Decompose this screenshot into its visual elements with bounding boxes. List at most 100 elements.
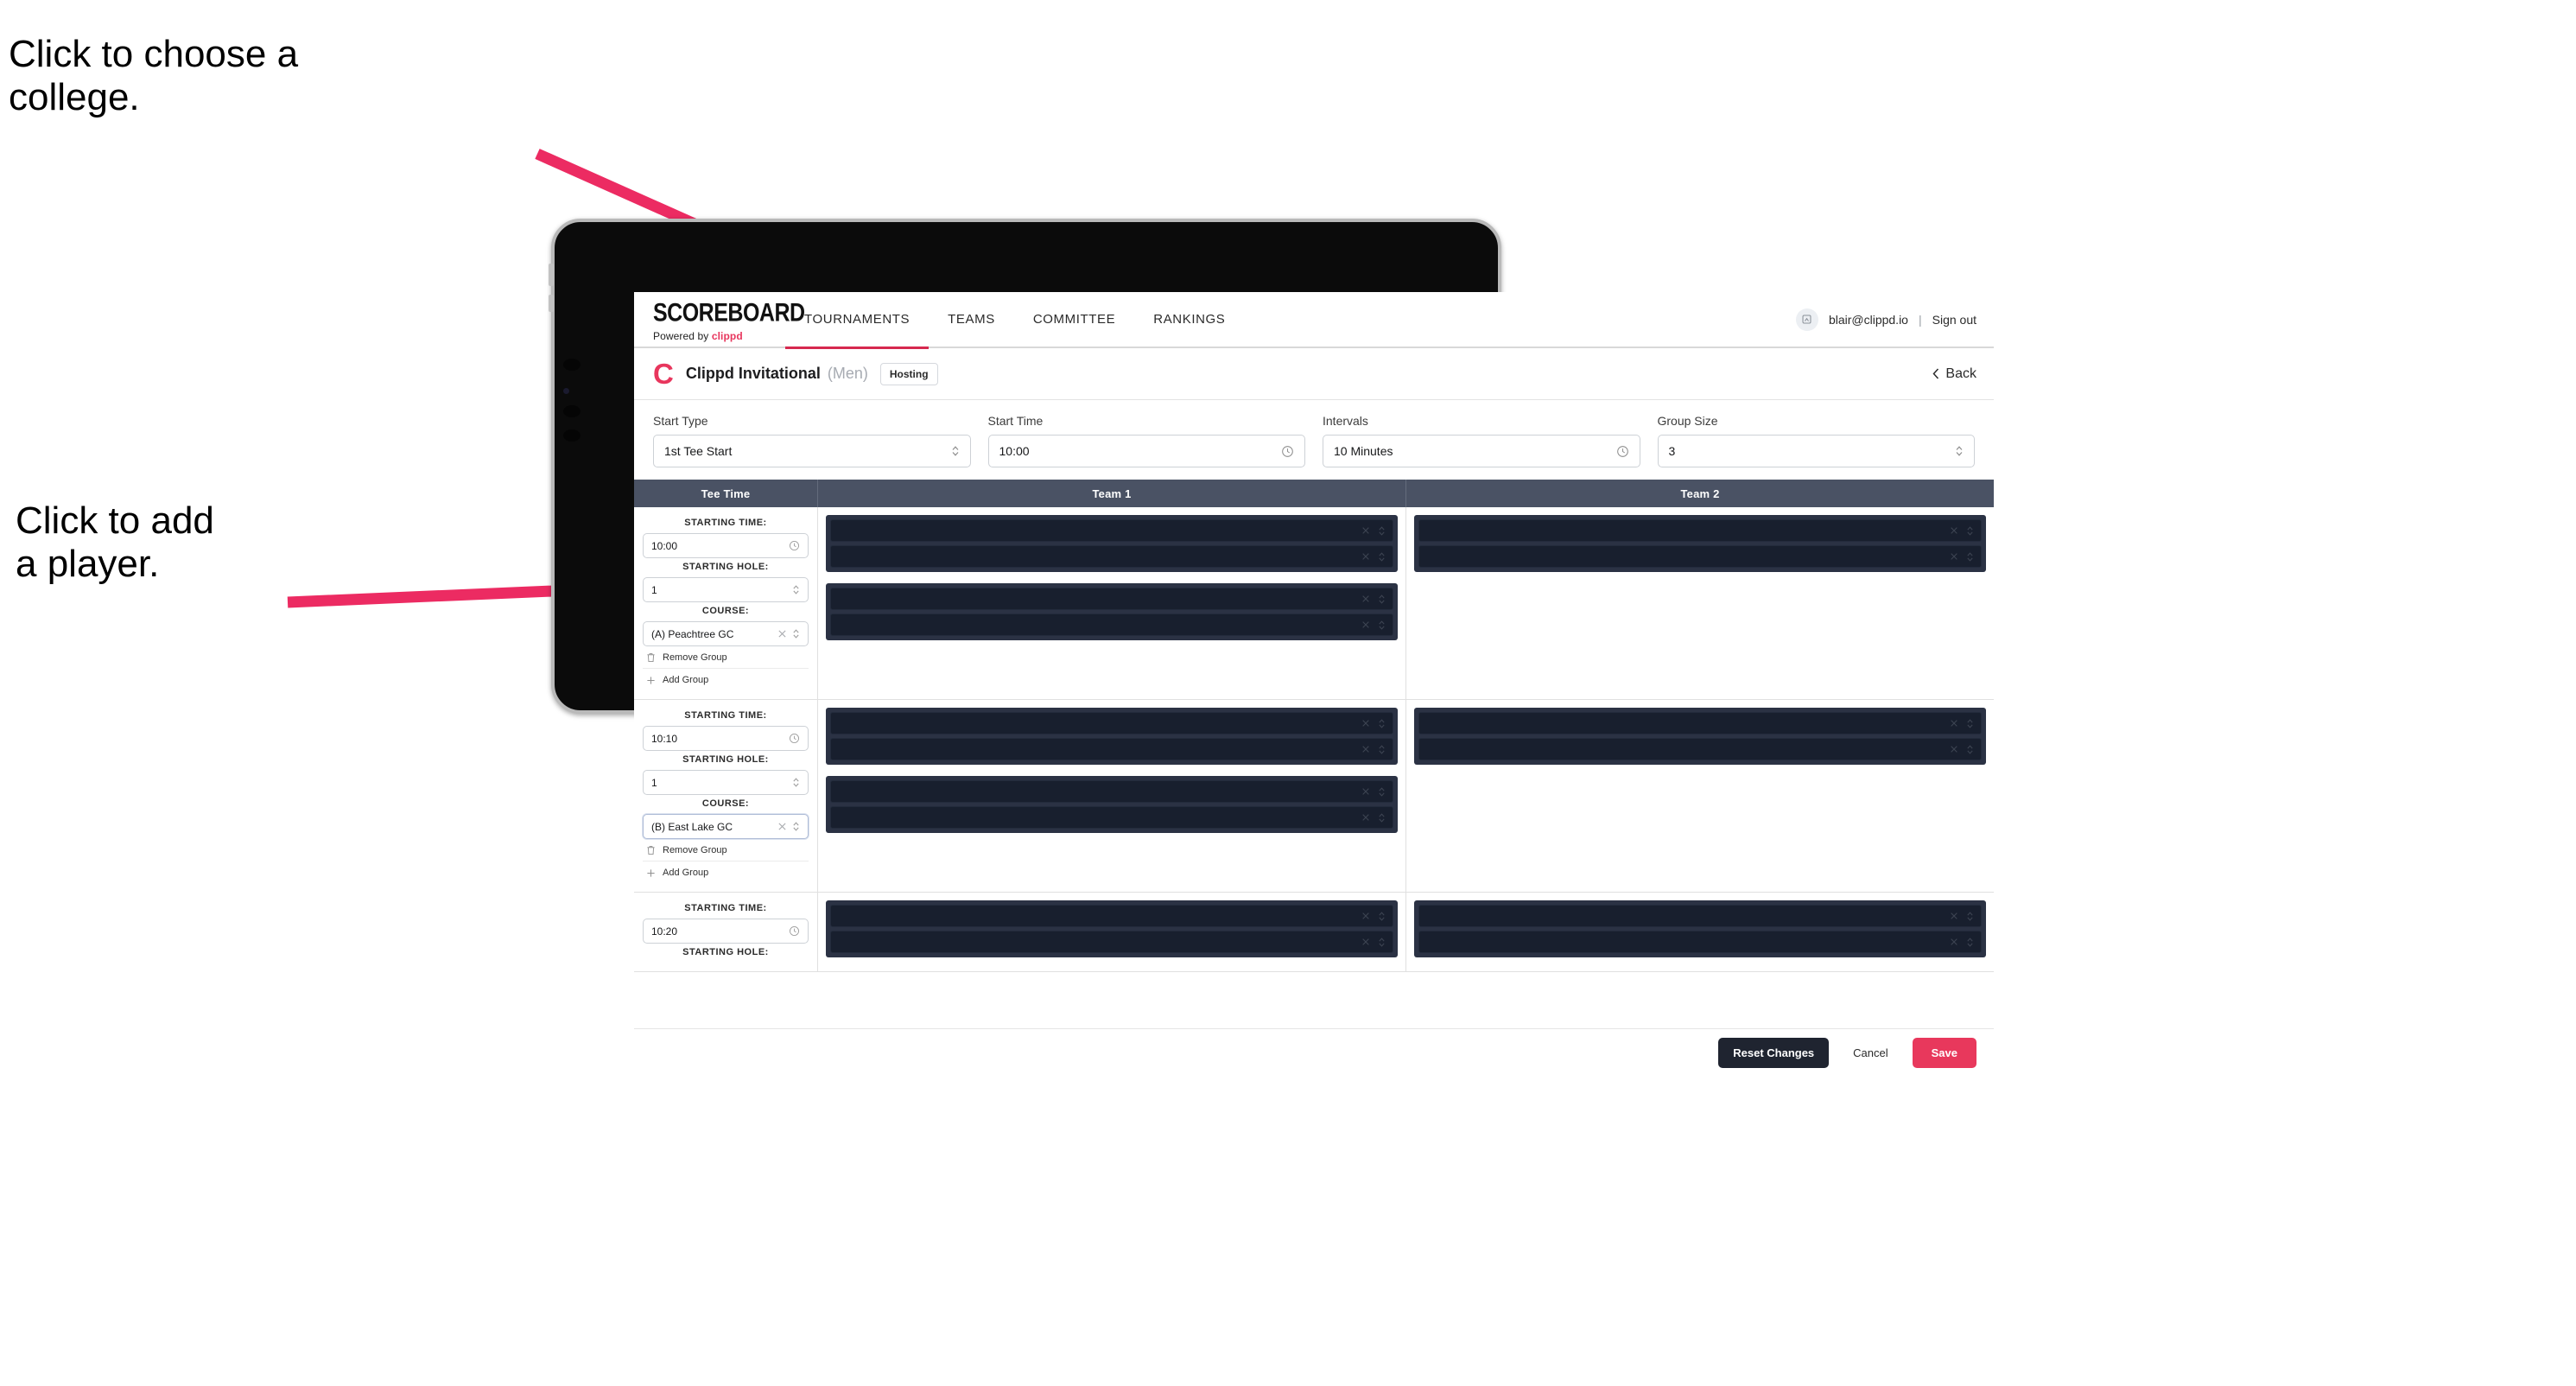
start-time-input[interactable]: 10:00 bbox=[987, 435, 1305, 467]
player-slot[interactable] bbox=[1418, 545, 1982, 568]
plus-icon bbox=[646, 676, 656, 685]
chevron-updown-icon[interactable] bbox=[1966, 551, 1974, 563]
player-group-block bbox=[826, 583, 1398, 640]
chevron-updown-icon[interactable] bbox=[1378, 937, 1386, 948]
starting-hole-input[interactable]: 1 bbox=[643, 577, 809, 602]
player-slot[interactable] bbox=[830, 519, 1393, 542]
user-avatar-icon[interactable] bbox=[1795, 308, 1818, 331]
intervals-value: 10 Minutes bbox=[1334, 444, 1393, 458]
account-email: blair@clippd.io bbox=[1828, 312, 1908, 327]
remove-group-button[interactable]: Remove Group bbox=[643, 839, 809, 861]
chevron-updown-icon bbox=[792, 821, 800, 832]
course-select[interactable]: (A) Peachtree GC bbox=[643, 621, 809, 646]
player-group-block bbox=[1414, 708, 1986, 765]
player-slot[interactable] bbox=[830, 614, 1393, 636]
volume-up-button[interactable] bbox=[549, 264, 554, 286]
form-footer: Reset Changes Cancel Save bbox=[634, 1028, 1994, 1077]
chevron-updown-icon[interactable] bbox=[1378, 911, 1386, 922]
sign-out-link[interactable]: Sign out bbox=[1932, 313, 1976, 327]
chevron-updown-icon[interactable] bbox=[1378, 718, 1386, 729]
x-close-icon[interactable] bbox=[1361, 912, 1370, 920]
chevron-updown-icon[interactable] bbox=[1966, 911, 1974, 922]
x-close-icon[interactable] bbox=[1950, 526, 1958, 535]
status-badge: Hosting bbox=[879, 362, 938, 385]
chevron-updown-icon[interactable] bbox=[1378, 812, 1386, 823]
chevron-updown-icon[interactable] bbox=[1966, 525, 1974, 537]
player-slot[interactable] bbox=[830, 905, 1393, 927]
cancel-button[interactable]: Cancel bbox=[1841, 1038, 1900, 1068]
course-select[interactable]: (B) East Lake GC bbox=[643, 814, 809, 839]
remove-group-button[interactable]: Remove Group bbox=[643, 646, 809, 669]
course-label: COURSE: bbox=[701, 798, 750, 809]
save-button[interactable]: Save bbox=[1912, 1038, 1976, 1068]
trash-icon bbox=[646, 652, 656, 663]
chevron-updown-icon[interactable] bbox=[1378, 620, 1386, 631]
reset-changes-button[interactable]: Reset Changes bbox=[1718, 1038, 1830, 1068]
add-group-button[interactable]: Add Group bbox=[643, 669, 809, 690]
starting-time-value: 10:20 bbox=[651, 925, 678, 938]
player-slot[interactable] bbox=[830, 780, 1393, 803]
group-size-stepper[interactable]: 3 bbox=[1657, 435, 1975, 467]
nav-links: TOURNAMENTS TEAMS COMMITTEE RANKINGS bbox=[785, 292, 1244, 349]
start-type-select[interactable]: 1st Tee Start bbox=[653, 435, 971, 467]
starting-hole-label: STARTING HOLE: bbox=[682, 562, 769, 572]
chevron-updown-icon[interactable] bbox=[1966, 744, 1974, 755]
x-close-icon[interactable] bbox=[1950, 552, 1958, 561]
x-close-icon[interactable] bbox=[1950, 912, 1958, 920]
x-close-icon[interactable] bbox=[1361, 552, 1370, 561]
nav-item-teams[interactable]: TEAMS bbox=[929, 292, 1014, 347]
table-row: STARTING TIME: 10:00 STARTING HOLE: 1 CO… bbox=[634, 507, 1994, 700]
clock-icon bbox=[1281, 445, 1294, 458]
x-close-icon[interactable] bbox=[1361, 745, 1370, 753]
chevron-updown-icon[interactable] bbox=[1378, 551, 1386, 563]
volume-down-button[interactable] bbox=[549, 295, 554, 312]
x-close-icon[interactable] bbox=[1950, 745, 1958, 753]
camera-lens-icon bbox=[563, 359, 581, 371]
chevron-updown-icon[interactable] bbox=[1378, 786, 1386, 798]
x-close-icon[interactable] bbox=[777, 629, 787, 639]
player-slot[interactable] bbox=[830, 588, 1393, 610]
player-slot[interactable] bbox=[830, 545, 1393, 568]
starting-time-value: 10:10 bbox=[651, 732, 678, 745]
x-close-icon[interactable] bbox=[1361, 594, 1370, 603]
nav-item-tournaments[interactable]: TOURNAMENTS bbox=[785, 292, 930, 349]
player-slot[interactable] bbox=[1418, 519, 1982, 542]
add-group-label: Add Group bbox=[663, 868, 709, 878]
remove-group-label: Remove Group bbox=[663, 845, 727, 855]
player-slot[interactable] bbox=[830, 738, 1393, 760]
x-close-icon[interactable] bbox=[1950, 719, 1958, 728]
player-slot[interactable] bbox=[1418, 738, 1982, 760]
brand-logo[interactable]: SCOREBOARD Powered by clippd bbox=[634, 292, 805, 346]
nav-item-committee[interactable]: COMMITTEE bbox=[1014, 292, 1134, 347]
x-close-icon[interactable] bbox=[1361, 719, 1370, 728]
starting-hole-input[interactable]: 1 bbox=[643, 770, 809, 795]
chevron-updown-icon[interactable] bbox=[1378, 744, 1386, 755]
chevron-updown-icon[interactable] bbox=[1966, 937, 1974, 948]
x-close-icon[interactable] bbox=[1361, 938, 1370, 946]
clippd-logo-icon: C bbox=[653, 358, 674, 390]
starting-time-input[interactable]: 10:00 bbox=[643, 533, 809, 558]
chevron-updown-icon[interactable] bbox=[1966, 718, 1974, 729]
player-slot[interactable] bbox=[830, 712, 1393, 734]
x-close-icon[interactable] bbox=[1361, 813, 1370, 822]
starting-hole-value: 1 bbox=[651, 776, 657, 789]
top-navigation-bar: SCOREBOARD Powered by clippd TOURNAMENTS… bbox=[634, 292, 1994, 349]
x-close-icon[interactable] bbox=[1950, 938, 1958, 946]
player-slot[interactable] bbox=[1418, 931, 1982, 953]
player-slot[interactable] bbox=[830, 931, 1393, 953]
player-slot[interactable] bbox=[830, 806, 1393, 829]
chevron-updown-icon[interactable] bbox=[1378, 594, 1386, 605]
x-close-icon[interactable] bbox=[1361, 787, 1370, 796]
nav-item-rankings[interactable]: RANKINGS bbox=[1134, 292, 1244, 347]
player-slot[interactable] bbox=[1418, 905, 1982, 927]
starting-time-input[interactable]: 10:10 bbox=[643, 726, 809, 751]
add-group-button[interactable]: Add Group bbox=[643, 861, 809, 883]
x-close-icon[interactable] bbox=[777, 822, 787, 831]
x-close-icon[interactable] bbox=[1361, 620, 1370, 629]
starting-time-input[interactable]: 10:20 bbox=[643, 919, 809, 944]
chevron-updown-icon[interactable] bbox=[1378, 525, 1386, 537]
x-close-icon[interactable] bbox=[1361, 526, 1370, 535]
intervals-input[interactable]: 10 Minutes bbox=[1323, 435, 1640, 467]
back-button[interactable]: Back bbox=[1932, 366, 1976, 382]
player-slot[interactable] bbox=[1418, 712, 1982, 734]
